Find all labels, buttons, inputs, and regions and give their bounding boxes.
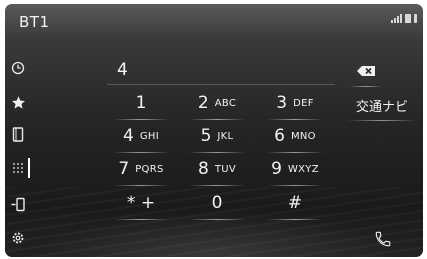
- phone-transfer-icon[interactable]: [8, 194, 28, 214]
- key-8[interactable]: 8 TUV: [183, 156, 251, 186]
- key-5[interactable]: 5 JKL: [183, 123, 251, 153]
- key-letters: PQRS: [135, 163, 164, 175]
- key-0[interactable]: 0: [183, 190, 251, 220]
- key-digit: 4: [123, 126, 134, 146]
- key-7[interactable]: 7 PQRS: [107, 156, 175, 186]
- keypad-icon[interactable]: [8, 158, 30, 178]
- call-button[interactable]: [369, 226, 397, 252]
- key-letters: DEF: [293, 97, 314, 109]
- key-digit: 7: [118, 159, 130, 179]
- call-handset-icon: [375, 231, 391, 247]
- key-star-plus[interactable]: * +: [107, 190, 175, 220]
- battery-icon: [405, 14, 411, 23]
- key-3[interactable]: 3 DEF: [261, 90, 329, 120]
- key-letters: TUV: [214, 163, 236, 175]
- key-digit: 3: [276, 93, 288, 113]
- traffic-nav-button[interactable]: 交通ナビ: [345, 92, 419, 121]
- key-digit: #: [287, 193, 303, 213]
- key-hash[interactable]: #: [261, 190, 329, 220]
- key-6[interactable]: 6 MNO: [261, 123, 329, 153]
- key-digit: 2: [197, 93, 209, 113]
- key-letters: GHI: [139, 130, 159, 142]
- contacts-icon[interactable]: [8, 124, 28, 144]
- key-digit: 0: [211, 193, 223, 213]
- key-2[interactable]: 2 ABC: [183, 90, 251, 120]
- history-icon[interactable]: [8, 58, 28, 78]
- key-digit: 1: [135, 93, 147, 113]
- favorites-star-icon[interactable]: [8, 92, 28, 112]
- key-letters: WXYZ: [287, 163, 319, 175]
- key-letters: MNO: [290, 130, 316, 142]
- key-1[interactable]: 1: [107, 90, 175, 120]
- backspace-button[interactable]: [347, 58, 385, 87]
- status-extra-icon: [414, 14, 417, 23]
- sidebar: [5, 58, 31, 250]
- device-name: BT1: [19, 13, 50, 31]
- signal-strength-icon: [391, 13, 402, 23]
- backspace-icon: [357, 66, 375, 76]
- key-letters: ABC: [214, 97, 237, 109]
- entered-number: 4: [117, 60, 128, 80]
- top-bar: BT1: [5, 4, 423, 40]
- key-digit: 5: [200, 126, 212, 146]
- number-display: 4: [107, 58, 335, 85]
- key-digit: 6: [274, 126, 285, 146]
- key-4[interactable]: 4 GHI: [107, 123, 175, 153]
- phone-screen: BT1 4 1 2 ABC 3 DEF 4 GHI 5 JKL 6 MNO 7 …: [5, 4, 423, 257]
- settings-gear-icon[interactable]: [8, 228, 28, 248]
- key-digit: 8: [198, 159, 209, 179]
- key-digit: * +: [126, 193, 156, 213]
- key-letters: JKL: [217, 130, 234, 142]
- key-digit: 9: [271, 159, 282, 179]
- key-9[interactable]: 9 WXYZ: [261, 156, 329, 186]
- screenshot-frame: BT1 4 1 2 ABC 3 DEF 4 GHI 5 JKL 6 MNO 7 …: [0, 0, 427, 259]
- status-indicators: [391, 13, 417, 23]
